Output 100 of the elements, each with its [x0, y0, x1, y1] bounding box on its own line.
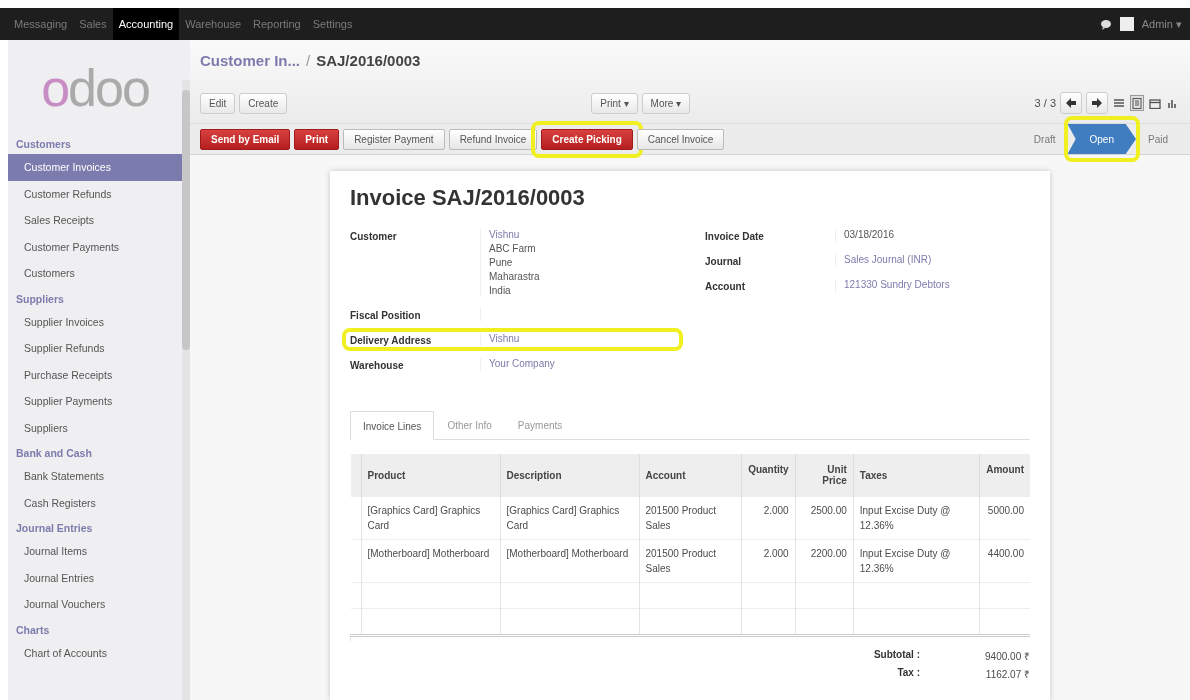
table-cell: [Motherboard] Motherboard [361, 539, 500, 583]
sidebar-item[interactable]: Cash Registers [8, 489, 182, 516]
left-arrow-icon [1066, 98, 1076, 108]
sidebar-item[interactable]: Supplier Payments [8, 388, 182, 415]
user-menu[interactable]: Admin ▾ [1141, 17, 1182, 31]
column-header[interactable]: Product [361, 454, 500, 497]
chat-icon[interactable] [1099, 18, 1112, 30]
action-button[interactable]: Send by Email [200, 128, 291, 150]
field-value: Pune [489, 257, 514, 268]
table-cell: 5000.00 [979, 496, 1030, 540]
dropdown-button[interactable]: Print ▾ [591, 92, 638, 114]
field-link[interactable]: Vishnu [489, 333, 520, 344]
total-value: 1162.07 ₹ [984, 668, 1030, 681]
table-cell: 2.000 [741, 539, 796, 583]
status-stage[interactable]: Open [1067, 124, 1136, 154]
field-link[interactable]: Sales Journal (INR) [844, 254, 932, 265]
table-cell: Input Excise Duty @ 12.36% [853, 539, 980, 583]
sidebar-item[interactable]: Purchase Receipts [8, 361, 182, 388]
action-button[interactable]: Print [294, 128, 340, 150]
sidebar-item[interactable]: Journal Vouchers [8, 591, 182, 618]
field-value: India [489, 285, 512, 296]
right-arrow-icon [1092, 98, 1102, 108]
sidebar-item[interactable]: Journal Items [8, 538, 182, 565]
sidebar-section-title: Bank and Cash [15, 446, 93, 461]
table-cell: 201500 Product Sales [639, 539, 742, 583]
sidebar-section-title: Customers [15, 137, 72, 152]
view-switch-button[interactable] [1130, 95, 1144, 111]
previous-button[interactable] [1060, 92, 1082, 114]
action-button[interactable]: Cancel Invoice [636, 128, 725, 150]
total-label: Tax : [896, 667, 920, 680]
pager-counter: 3 / 3 [1034, 97, 1056, 109]
sidebar-item[interactable]: Suppliers [8, 414, 182, 441]
sidebar-section-title: Suppliers [15, 291, 65, 307]
sidebar-section-title: Charts [15, 622, 51, 638]
field-value: Maharastra [489, 271, 540, 282]
field-link[interactable]: Vishnu [489, 229, 540, 240]
breadcrumb-current: SAJ/2016/0003 [316, 52, 421, 69]
table-cell: 201500 Product Sales [639, 496, 742, 540]
column-header[interactable]: Description [500, 454, 639, 497]
sidebar-item[interactable]: Bank Statements [8, 463, 182, 490]
graph-view-icon [1167, 97, 1179, 109]
column-header[interactable]: Amount [979, 454, 1030, 497]
breadcrumb-link[interactable]: Customer In... [200, 52, 300, 69]
total-label: Subtotal : [873, 649, 920, 662]
column-header[interactable]: Unit Price [795, 454, 854, 497]
breadcrumb-separator: / [306, 52, 311, 69]
field-label: Account [705, 280, 746, 292]
sidebar-item[interactable]: Customer Invoices [8, 154, 182, 181]
table-cell: [Motherboard] Motherboard [500, 539, 639, 583]
table-cell: [Graphics Card] Graphics Card [361, 496, 500, 540]
top-menu-item[interactable]: Settings [306, 8, 359, 40]
sidebar-item[interactable]: Customers [8, 260, 182, 287]
scrollbar[interactable] [182, 80, 190, 700]
sidebar-item[interactable]: Sales Receipts [8, 207, 182, 234]
table-cell: 2500.00 [795, 496, 854, 540]
sidebar-item[interactable]: Customer Payments [8, 233, 182, 260]
avatar [1119, 17, 1134, 31]
total-value: 9400.00 ₹ [984, 650, 1030, 663]
field-link[interactable]: Your Company [489, 358, 555, 369]
field-label: Warehouse [350, 359, 405, 371]
column-header[interactable]: Quantity [741, 454, 796, 497]
action-button[interactable]: Create Picking [541, 128, 633, 150]
sidebar-item[interactable]: Supplier Invoices [8, 308, 182, 335]
field-value: 03/18/2016 [844, 229, 895, 240]
sidebar-item[interactable]: Supplier Refunds [8, 335, 182, 362]
field-link[interactable]: 121330 Sundry Debtors [844, 279, 950, 290]
top-menu-item[interactable]: Sales [73, 8, 113, 40]
field-label: Journal [705, 255, 743, 267]
top-menu-item[interactable]: Warehouse [179, 8, 247, 40]
table-cell: 4400.00 [979, 539, 1030, 583]
field-label: Delivery Address [350, 334, 433, 346]
invoice-title: Invoice SAJ/2016/0003 [350, 185, 586, 211]
sidebar-section-title: Journal Entries [15, 521, 94, 536]
table-cell: Input Excise Duty @ 12.36% [853, 496, 980, 540]
sidebar-item[interactable]: Journal Entries [8, 564, 182, 591]
column-header[interactable]: Account [639, 454, 742, 497]
top-menu-item[interactable]: Accounting [112, 8, 180, 40]
tab[interactable]: Invoice Lines [350, 411, 435, 440]
status-stage[interactable]: Draft [1021, 124, 1068, 154]
status-stage[interactable]: Paid [1136, 124, 1180, 154]
top-menu-item[interactable]: Reporting [247, 8, 307, 40]
action-button[interactable]: Refund Invoice [448, 128, 538, 150]
sidebar-item[interactable]: Customer Refunds [8, 180, 182, 207]
table-cell: 2200.00 [795, 539, 854, 583]
sidebar-item[interactable]: Chart of Accounts [8, 639, 182, 666]
field-label: Invoice Date [705, 230, 765, 242]
field-label: Customer [350, 230, 398, 244]
next-button[interactable] [1086, 92, 1108, 114]
toolbar-button[interactable]: Edit [200, 92, 236, 114]
column-header[interactable]: Taxes [853, 454, 980, 497]
top-menu-item[interactable]: Messaging [8, 8, 74, 40]
calendar-view-icon [1149, 97, 1161, 109]
toolbar-button[interactable]: Create [239, 92, 288, 114]
table-cell: 2.000 [741, 496, 796, 540]
form-view-icon [1131, 97, 1143, 109]
dropdown-button[interactable]: More ▾ [641, 92, 691, 114]
logo: odoo [40, 58, 150, 119]
field-label: Fiscal Position [350, 309, 422, 321]
list-view-icon [1113, 97, 1125, 109]
action-button[interactable]: Register Payment [343, 128, 445, 150]
